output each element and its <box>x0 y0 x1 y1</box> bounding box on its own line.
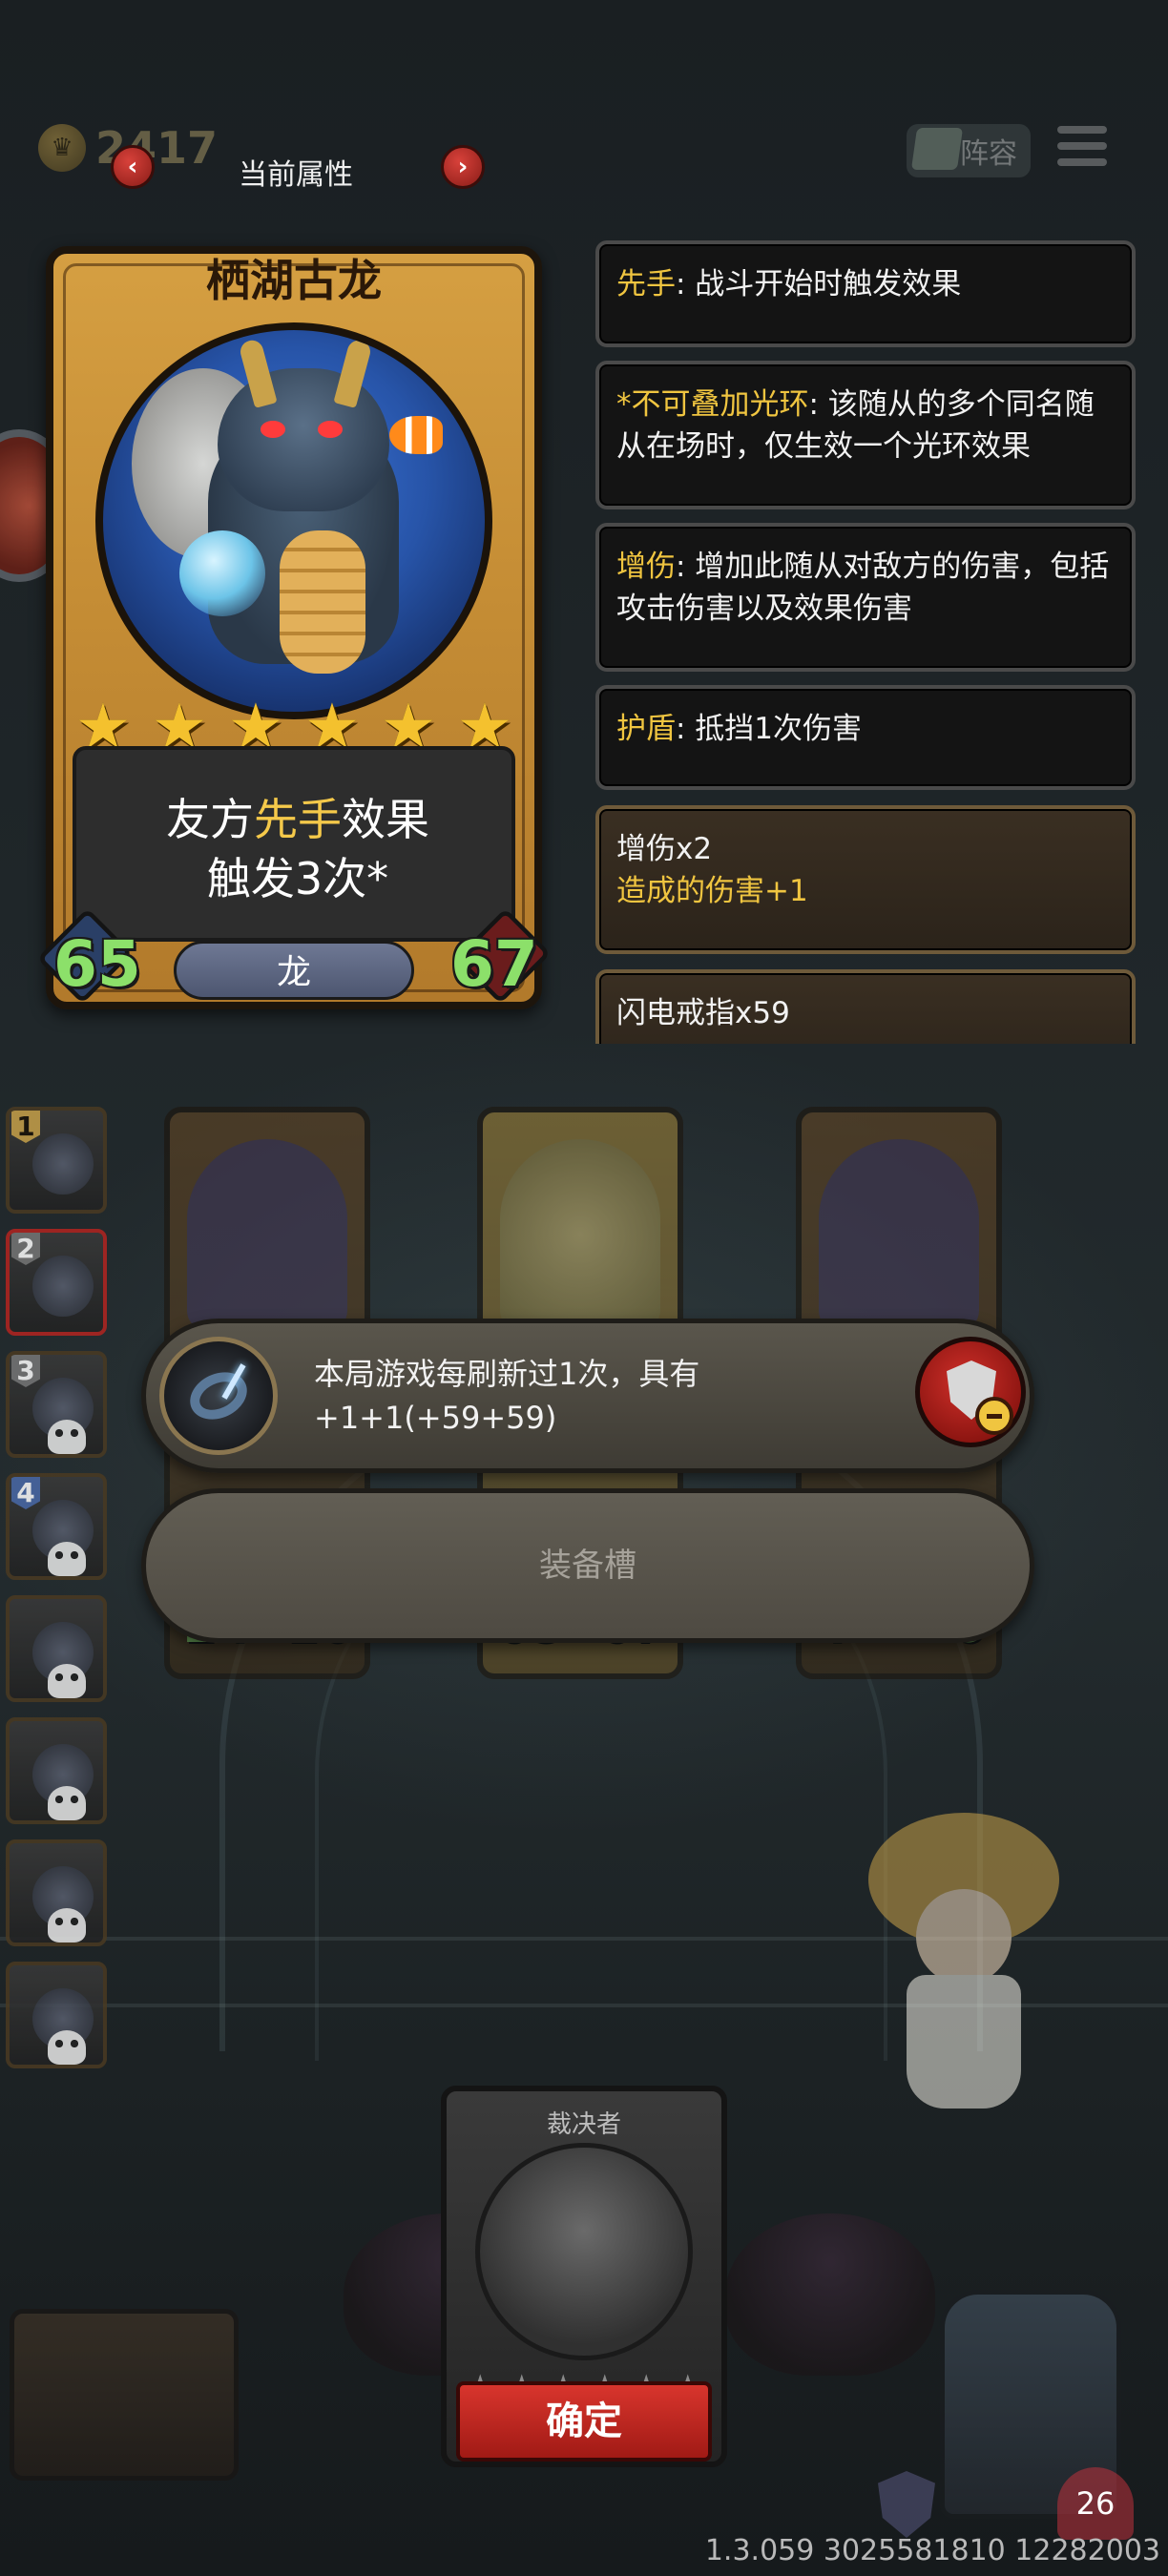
keyword-name: *不可叠加光环 <box>616 387 809 422</box>
equipment-slot[interactable]: 装备槽 <box>141 1488 1034 1643</box>
minus-icon <box>975 1397 1013 1435</box>
roster-slot[interactable]: 4 <box>6 1473 107 1580</box>
team-card-portrait <box>187 1139 347 1330</box>
judge-card-name: 裁决者 <box>546 2110 621 2139</box>
roster-slot[interactable] <box>6 1717 107 1824</box>
card-tribe: 龙 <box>174 941 414 1000</box>
roster-slot[interactable] <box>6 1595 107 1702</box>
skull-icon <box>48 1664 86 1698</box>
water-orb <box>179 530 265 616</box>
confirm-button[interactable]: 确定 <box>456 2381 712 2462</box>
ability-line2: 触发3次* <box>206 853 389 904</box>
dragon-head <box>218 368 389 511</box>
keyword-name: 增伤 <box>616 550 676 584</box>
hero-card: 栖湖古龙 ★ ★ ★ ★ ★ ★ 友方先手效果 触发3次* 65 67 龙 <box>36 240 552 1013</box>
equipment-line2: +1+1(+59+59) <box>314 1400 557 1436</box>
lineup-label: 阵容 <box>960 137 1017 171</box>
hero-face-icon <box>32 1256 94 1317</box>
keyword-desc: : 增加此随从对敌方的伤害，包括攻击伤害以及效果伤害 <box>616 550 1110 626</box>
prev-arrow-button[interactable]: ‹ <box>111 145 155 189</box>
roster-slot[interactable]: 1 <box>6 1107 107 1214</box>
health-value: 26 <box>1075 2485 1116 2522</box>
roster-slot[interactable] <box>6 1962 107 2068</box>
keyword-desc: : 战斗开始时触发效果 <box>676 267 962 301</box>
cauldron-decor <box>725 2213 935 2376</box>
keyword-panel: *不可叠加光环: 该随从的多个同名随从在场时，仅生效一个光环效果 <box>595 361 1136 509</box>
item-panel: 增伤x2 造成的伤害+1 <box>595 805 1136 954</box>
equipment-description: 本局游戏每刷新过1次，具有 +1+1(+59+59) <box>314 1352 925 1440</box>
item-panel: 闪电戒指x59 <box>595 969 1136 1044</box>
equipment-slot-label: 装备槽 <box>539 1547 636 1585</box>
lineup-button[interactable]: 阵容 <box>907 124 1031 177</box>
ability-prefix: 友方 <box>166 794 254 845</box>
card-ability-box: 友方先手效果 触发3次* <box>73 746 515 942</box>
treasure-chest[interactable] <box>10 2309 239 2481</box>
card-name: 栖湖古龙 <box>206 255 382 306</box>
skull-icon <box>48 2030 86 2065</box>
keyword-name: 先手 <box>616 267 676 301</box>
nav-title: 当前属性 <box>239 158 353 192</box>
merchant-character <box>840 1813 1088 2118</box>
keyword-desc: : 抵挡1次伤害 <box>676 712 863 746</box>
roster-slot[interactable]: 3 <box>6 1351 107 1458</box>
equipment-row: 本局游戏每刷新过1次，具有 +1+1(+59+59) <box>141 1319 1034 1473</box>
equipment-line1: 本局游戏每刷新过1次，具有 <box>314 1356 700 1392</box>
top-bar: ♛ 2417 ‹ 当前属性 › 阵容 <box>0 105 1168 200</box>
dragon-portrait <box>95 322 492 719</box>
card-attack: 65 <box>53 927 141 1001</box>
skull-icon <box>48 1542 86 1576</box>
skull-icon <box>48 1420 86 1454</box>
dragon-eye <box>261 421 285 438</box>
chevron-right-icon: › <box>457 153 469 181</box>
knight-portrait <box>475 2143 693 2360</box>
slot-number: 3 <box>11 1355 40 1387</box>
hero-face-icon <box>32 1133 94 1195</box>
skull-icon <box>48 1786 86 1820</box>
crown-coin-icon: ♛ <box>38 124 86 172</box>
dragon-eye <box>318 421 343 438</box>
version-text: 1.3.059 3025581810 12282003 <box>704 2534 1160 2567</box>
card-health: 67 <box>450 927 538 1001</box>
item-title: 增伤x2 <box>616 832 713 866</box>
team-card-portrait <box>500 1139 660 1330</box>
ability-suffix: 效果 <box>342 794 429 845</box>
unequip-button[interactable] <box>915 1337 1026 1447</box>
shield-icon <box>878 2471 935 2538</box>
dragon-belly <box>280 530 365 674</box>
team-card-portrait <box>819 1139 979 1330</box>
item-title: 闪电戒指x59 <box>616 996 790 1030</box>
slot-number: 4 <box>11 1477 40 1509</box>
clownfish-icon <box>389 416 443 454</box>
keyword-panel: 先手: 战斗开始时触发效果 <box>595 240 1136 347</box>
keyword-name: 护盾 <box>616 712 676 746</box>
ability-keyword: 先手 <box>254 794 342 845</box>
health-badge: 26 <box>1057 2467 1134 2540</box>
keyword-panel: 护盾: 抵挡1次伤害 <box>595 685 1136 790</box>
book-icon <box>910 128 964 170</box>
ring-band <box>182 1363 255 1428</box>
character-face <box>916 1889 1012 1984</box>
keyword-list[interactable]: 先手: 战斗开始时触发效果 *不可叠加光环: 该随从的多个同名随从在场时，仅生效… <box>592 239 1137 1044</box>
card-ability-text: 友方先手效果 触发3次* <box>76 790 519 908</box>
character-dress <box>907 1975 1021 2109</box>
keyword-panel: 增伤: 增加此随从对敌方的伤害，包括攻击伤害以及效果伤害 <box>595 523 1136 672</box>
item-subtitle: 造成的伤害+1 <box>616 874 808 908</box>
next-arrow-button[interactable]: › <box>441 145 485 189</box>
slot-number: 1 <box>11 1111 40 1143</box>
roster-slot[interactable]: 2 <box>6 1229 107 1336</box>
slot-number: 2 <box>11 1233 40 1265</box>
skull-icon <box>48 1908 86 1942</box>
lightning-ring-icon <box>159 1337 278 1455</box>
chevron-left-icon: ‹ <box>127 153 138 181</box>
roster-slot[interactable] <box>6 1839 107 1946</box>
menu-icon[interactable] <box>1057 126 1107 174</box>
